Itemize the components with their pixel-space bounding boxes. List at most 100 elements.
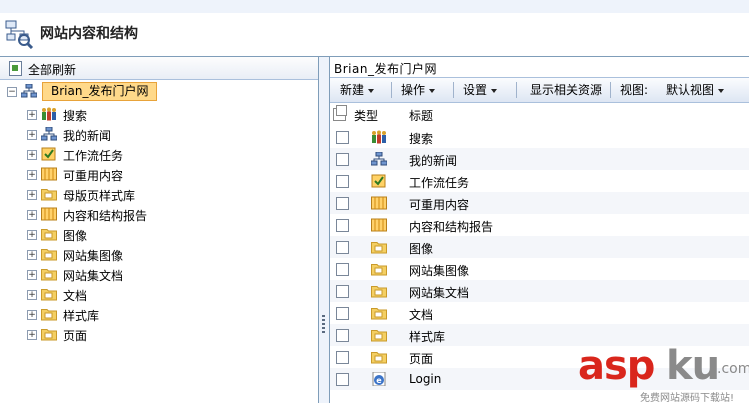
list-row[interactable]: 可重用内容 bbox=[330, 192, 749, 214]
tree-node[interactable]: + 母版页样式库 bbox=[0, 184, 318, 204]
row-title[interactable]: 网站集图像 bbox=[409, 262, 469, 279]
list-row[interactable]: 图像 bbox=[330, 236, 749, 258]
tree-root-label[interactable]: Brian_发布门户网 bbox=[42, 82, 158, 101]
expand-toggle-icon[interactable]: + bbox=[27, 250, 37, 260]
row-title[interactable]: 样式库 bbox=[409, 328, 445, 345]
settings-menu-button[interactable]: 设置 bbox=[463, 82, 498, 98]
expand-toggle-icon[interactable]: + bbox=[27, 290, 37, 300]
tree-node-label: 搜索 bbox=[63, 109, 88, 123]
tree-node[interactable]: + 可重用内容 bbox=[0, 164, 318, 184]
list-row[interactable]: 文档 bbox=[330, 302, 749, 324]
refresh-all-button[interactable]: 全部刷新 bbox=[0, 57, 318, 80]
tree-node[interactable]: + 图像 bbox=[0, 224, 318, 244]
row-title[interactable]: 可重用内容 bbox=[409, 196, 469, 213]
tree-node[interactable]: + 内容和结构报告 bbox=[0, 204, 318, 224]
collapse-toggle-icon[interactable]: − bbox=[7, 87, 17, 97]
watermark-tld: .com bbox=[717, 361, 749, 377]
expand-toggle-icon[interactable]: + bbox=[27, 150, 37, 160]
task-icon bbox=[371, 174, 387, 188]
view-select-value: 默认视图 bbox=[666, 83, 715, 97]
row-checkbox[interactable] bbox=[336, 197, 349, 210]
list-row[interactable]: 网站集图像 bbox=[330, 258, 749, 280]
page-header: 网站内容和结构 bbox=[0, 13, 749, 55]
folder-icon bbox=[371, 328, 387, 342]
row-title[interactable]: 页面 bbox=[409, 350, 433, 367]
row-title[interactable]: Login bbox=[409, 372, 441, 386]
expand-toggle-icon[interactable]: + bbox=[27, 170, 37, 180]
row-checkbox[interactable] bbox=[336, 131, 349, 144]
column-type[interactable]: 类型 bbox=[354, 107, 378, 124]
tree-node[interactable]: + 网站集文档 bbox=[0, 264, 318, 284]
column-title[interactable]: 标题 bbox=[409, 107, 433, 124]
row-title[interactable]: 我的新闻 bbox=[409, 152, 457, 169]
list-row[interactable]: 工作流任务 bbox=[330, 170, 749, 192]
row-checkbox[interactable] bbox=[336, 329, 349, 342]
expand-toggle-icon[interactable]: + bbox=[27, 310, 37, 320]
list-row[interactable]: 我的新闻 bbox=[330, 148, 749, 170]
splitter-grip-icon[interactable] bbox=[322, 315, 325, 335]
list-row[interactable]: 网站集文档 bbox=[330, 280, 749, 302]
new-menu-button[interactable]: 新建 bbox=[340, 82, 375, 98]
expand-toggle-icon[interactable]: + bbox=[27, 130, 37, 140]
list-row[interactable]: 内容和结构报告 bbox=[330, 214, 749, 236]
expand-toggle-icon[interactable]: + bbox=[27, 110, 37, 120]
row-checkbox[interactable] bbox=[336, 219, 349, 232]
actions-menu-label: 操作 bbox=[401, 83, 426, 97]
toolbar-divider bbox=[391, 82, 392, 98]
expand-toggle-icon[interactable]: + bbox=[27, 230, 37, 240]
list-icon bbox=[41, 207, 57, 221]
select-all-icon[interactable] bbox=[333, 105, 347, 121]
row-title[interactable]: 工作流任务 bbox=[409, 174, 469, 191]
watermark-part2: ku bbox=[666, 343, 720, 389]
folder-icon bbox=[41, 187, 57, 201]
row-checkbox[interactable] bbox=[336, 351, 349, 364]
dropdown-caret-icon bbox=[718, 88, 725, 93]
row-checkbox[interactable] bbox=[336, 373, 349, 386]
actions-menu-button[interactable]: 操作 bbox=[401, 82, 436, 98]
folder-icon bbox=[41, 307, 57, 321]
network-icon bbox=[370, 151, 388, 166]
row-title[interactable]: 图像 bbox=[409, 240, 433, 257]
svg-text:e: e bbox=[376, 376, 382, 385]
row-checkbox[interactable] bbox=[336, 263, 349, 276]
dropdown-caret-icon bbox=[368, 88, 375, 93]
row-checkbox[interactable] bbox=[336, 285, 349, 298]
folder-icon bbox=[41, 227, 57, 241]
watermark-logo: asp ku .com 免费网站源码下载站! bbox=[578, 343, 749, 404]
row-title[interactable]: 搜索 bbox=[409, 130, 433, 147]
pane-splitter[interactable] bbox=[319, 57, 330, 403]
row-title[interactable]: 文档 bbox=[409, 306, 433, 323]
tree-node-label: 可重用内容 bbox=[63, 169, 124, 183]
tree-root-node[interactable]: − Brian_发布门户网 bbox=[0, 81, 318, 103]
tree-node-label: 网站集文档 bbox=[63, 269, 124, 283]
folder-icon bbox=[371, 306, 387, 320]
settings-menu-label: 设置 bbox=[463, 83, 488, 97]
tree-node-label: 内容和结构报告 bbox=[63, 209, 148, 223]
expand-toggle-icon[interactable]: + bbox=[27, 210, 37, 220]
tree-node-label: 我的新闻 bbox=[63, 129, 112, 143]
expand-toggle-icon[interactable]: + bbox=[27, 330, 37, 340]
show-related-resources-button[interactable]: 显示相关资源 bbox=[530, 82, 602, 98]
tree-node[interactable]: + 文档 bbox=[0, 284, 318, 304]
tree-node[interactable]: + 搜索 bbox=[0, 104, 318, 124]
folder-icon bbox=[41, 267, 57, 281]
folder-icon bbox=[371, 240, 387, 254]
tree-node[interactable]: + 样式库 bbox=[0, 304, 318, 324]
list-row[interactable]: 搜索 bbox=[330, 126, 749, 148]
row-checkbox[interactable] bbox=[336, 153, 349, 166]
row-checkbox[interactable] bbox=[336, 175, 349, 188]
tree-node[interactable]: + 网站集图像 bbox=[0, 244, 318, 264]
row-checkbox[interactable] bbox=[336, 241, 349, 254]
folder-icon bbox=[41, 327, 57, 341]
tree-node[interactable]: + 页面 bbox=[0, 324, 318, 344]
tree-node[interactable]: + 我的新闻 bbox=[0, 124, 318, 144]
expand-toggle-icon[interactable]: + bbox=[27, 270, 37, 280]
tree-node[interactable]: + 工作流任务 bbox=[0, 144, 318, 164]
view-select[interactable]: 默认视图 bbox=[666, 82, 725, 98]
network-icon bbox=[21, 84, 37, 98]
toolbar-divider bbox=[610, 82, 611, 98]
row-title[interactable]: 网站集文档 bbox=[409, 284, 469, 301]
row-title[interactable]: 内容和结构报告 bbox=[409, 218, 493, 235]
row-checkbox[interactable] bbox=[336, 307, 349, 320]
expand-toggle-icon[interactable]: + bbox=[27, 190, 37, 200]
